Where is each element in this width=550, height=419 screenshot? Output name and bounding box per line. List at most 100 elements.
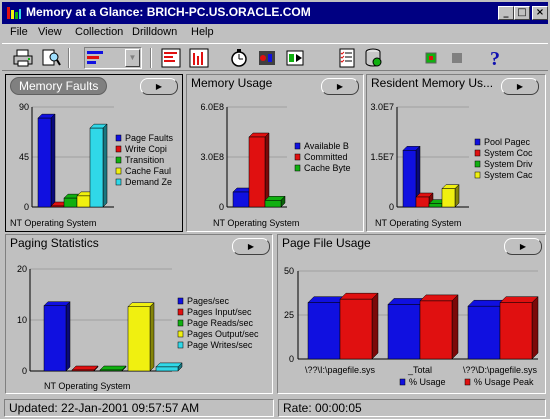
stop-icon[interactable] — [446, 47, 468, 69]
memory-usage-chart: 0 3.0E8 6.0E8 Available BCommittedCache Byt… — [200, 102, 351, 228]
bar — [467, 305, 501, 360]
memory-usage-panel[interactable]: Memory Usage ▶ 0 3.0E8 6.0E8 Available B Com… — [186, 74, 364, 232]
legend-label: Pages Input/sec — [187, 307, 252, 317]
database-icon[interactable] — [362, 47, 384, 69]
legend-label: System Driv — [484, 159, 533, 169]
legend-swatch — [294, 164, 301, 172]
legend-label: Demand Ze — [125, 177, 172, 187]
menu-drilldown[interactable]: Drilldown — [132, 26, 177, 38]
chart-type-icon[interactable] — [84, 47, 106, 69]
legend-swatch — [115, 178, 122, 186]
bar — [499, 302, 533, 360]
menu-view[interactable]: View — [38, 26, 62, 38]
bar-top — [99, 365, 127, 371]
y-tick-label: 0 — [389, 202, 394, 212]
legend-swatch — [474, 160, 481, 168]
window-title: Memory at a Glance: BRICH-PC.US.ORACLE.C… — [26, 5, 311, 19]
menu-file[interactable]: File — [10, 26, 28, 38]
resident-memory-panel[interactable]: Resident Memory Us... ▶ 0 1.5E7 3.0E7 Pool … — [366, 74, 546, 232]
legend-swatch — [474, 149, 481, 157]
stopwatch-icon[interactable] — [228, 47, 250, 69]
legend-swatch — [474, 138, 481, 146]
y-tick-label: 0 — [22, 366, 27, 376]
bar — [307, 302, 341, 360]
bar — [402, 150, 417, 208]
legend-label: % Usage — [409, 377, 446, 387]
legend-label: Pages Output/sec — [187, 329, 259, 339]
y-tick-label: 45 — [19, 152, 29, 162]
x-category-label: \??\I:\pagefile.sys — [305, 365, 376, 375]
page-file-usage-panel[interactable]: Page File Usage ▶ 0 25 50 \??\I:\pagefile.s… — [277, 234, 546, 394]
bar — [89, 127, 104, 208]
status-rate: Rate: 00:00:05 — [278, 399, 546, 417]
bar-top — [499, 296, 539, 303]
legend-swatch — [115, 134, 122, 142]
title-bar[interactable]: Memory at a Glance: BRICH-PC.US.ORACLE.C… — [0, 0, 550, 24]
legend-label: Committed — [304, 152, 348, 162]
bar-side — [451, 294, 459, 360]
legend-swatch — [177, 308, 184, 316]
memory-faults-chart: 0 45 90 Page FaultsWrite CopiTransitionCach… — [10, 102, 174, 228]
menu-help[interactable]: Help — [191, 26, 214, 38]
help-icon[interactable]: ? — [484, 47, 506, 69]
bar — [232, 191, 250, 208]
play-record-icon[interactable] — [284, 47, 306, 69]
bar-top — [339, 292, 379, 300]
paging-statistics-panel[interactable]: Paging Statistics ▶ 0 10 20 Pages/sec Pages … — [5, 234, 273, 394]
column-chart-icon[interactable] — [188, 47, 210, 69]
y-tick-label: 3.0E7 — [370, 102, 394, 112]
checklist-icon[interactable] — [336, 47, 358, 69]
bar-side — [371, 292, 379, 360]
bar-top — [419, 294, 459, 302]
x-category-label: NT Operating System — [10, 218, 96, 228]
memory-faults-panel[interactable]: Memory Faults ▶ 0 45 90 Page Faults Write Co… — [5, 74, 183, 232]
bar — [99, 369, 123, 372]
bar-top — [71, 365, 99, 371]
print-preview-icon[interactable] — [40, 47, 62, 69]
bar-top — [43, 301, 71, 306]
svg-text:?: ? — [490, 48, 500, 69]
legend-label: Cache Byte — [304, 163, 351, 173]
legend-swatch — [115, 145, 122, 153]
bar — [387, 304, 421, 360]
record-icon[interactable] — [420, 47, 442, 69]
page-file-usage-chart: 0 25 50 \??\I:\pagefile.sys _Total \??\D:\pag… — [284, 266, 539, 387]
y-tick-label: 90 — [19, 102, 29, 112]
legend-swatch — [464, 378, 471, 386]
legend-label: System Cac — [484, 170, 533, 180]
paging-statistics-chart: 0 10 20 Pages/secPages Input/secPage Reads/… — [17, 264, 259, 391]
maximize-button[interactable]: □ — [514, 6, 530, 20]
toolbar: ▼ ? — [2, 43, 548, 71]
bar — [43, 305, 67, 372]
legend-label: Page Reads/sec — [187, 318, 254, 328]
bar — [63, 197, 78, 208]
print-icon[interactable] — [12, 47, 34, 69]
bar — [415, 196, 430, 208]
traffic-light-icon[interactable] — [256, 47, 278, 69]
legend-swatch — [294, 153, 301, 161]
bar-side — [65, 301, 71, 372]
legend-label: Cache Faul — [125, 166, 171, 176]
legend-label: Page Faults — [125, 133, 174, 143]
bar-side — [264, 132, 270, 208]
bar — [71, 369, 95, 372]
y-tick-label: 6.0E8 — [200, 102, 224, 112]
bar-side — [149, 302, 155, 372]
legend-swatch — [177, 297, 184, 305]
y-tick-label: 1.5E7 — [370, 152, 394, 162]
legend-label: % Usage Peak — [474, 377, 534, 387]
y-tick-label: 0 — [289, 354, 294, 364]
close-button[interactable]: × — [532, 6, 548, 20]
legend-label: Transition — [125, 155, 164, 165]
y-tick-label: 0 — [219, 202, 224, 212]
chevron-down-icon[interactable]: ▼ — [125, 49, 140, 67]
legend-swatch — [177, 330, 184, 338]
menu-collection[interactable]: Collection — [75, 26, 123, 38]
minimize-button[interactable]: _ — [498, 6, 514, 20]
bar — [127, 306, 151, 372]
y-tick-label: 3.0E8 — [200, 152, 224, 162]
bar — [155, 366, 179, 372]
bar-top — [127, 302, 155, 307]
bar — [50, 205, 65, 208]
bar-chart-icon[interactable] — [160, 47, 182, 69]
